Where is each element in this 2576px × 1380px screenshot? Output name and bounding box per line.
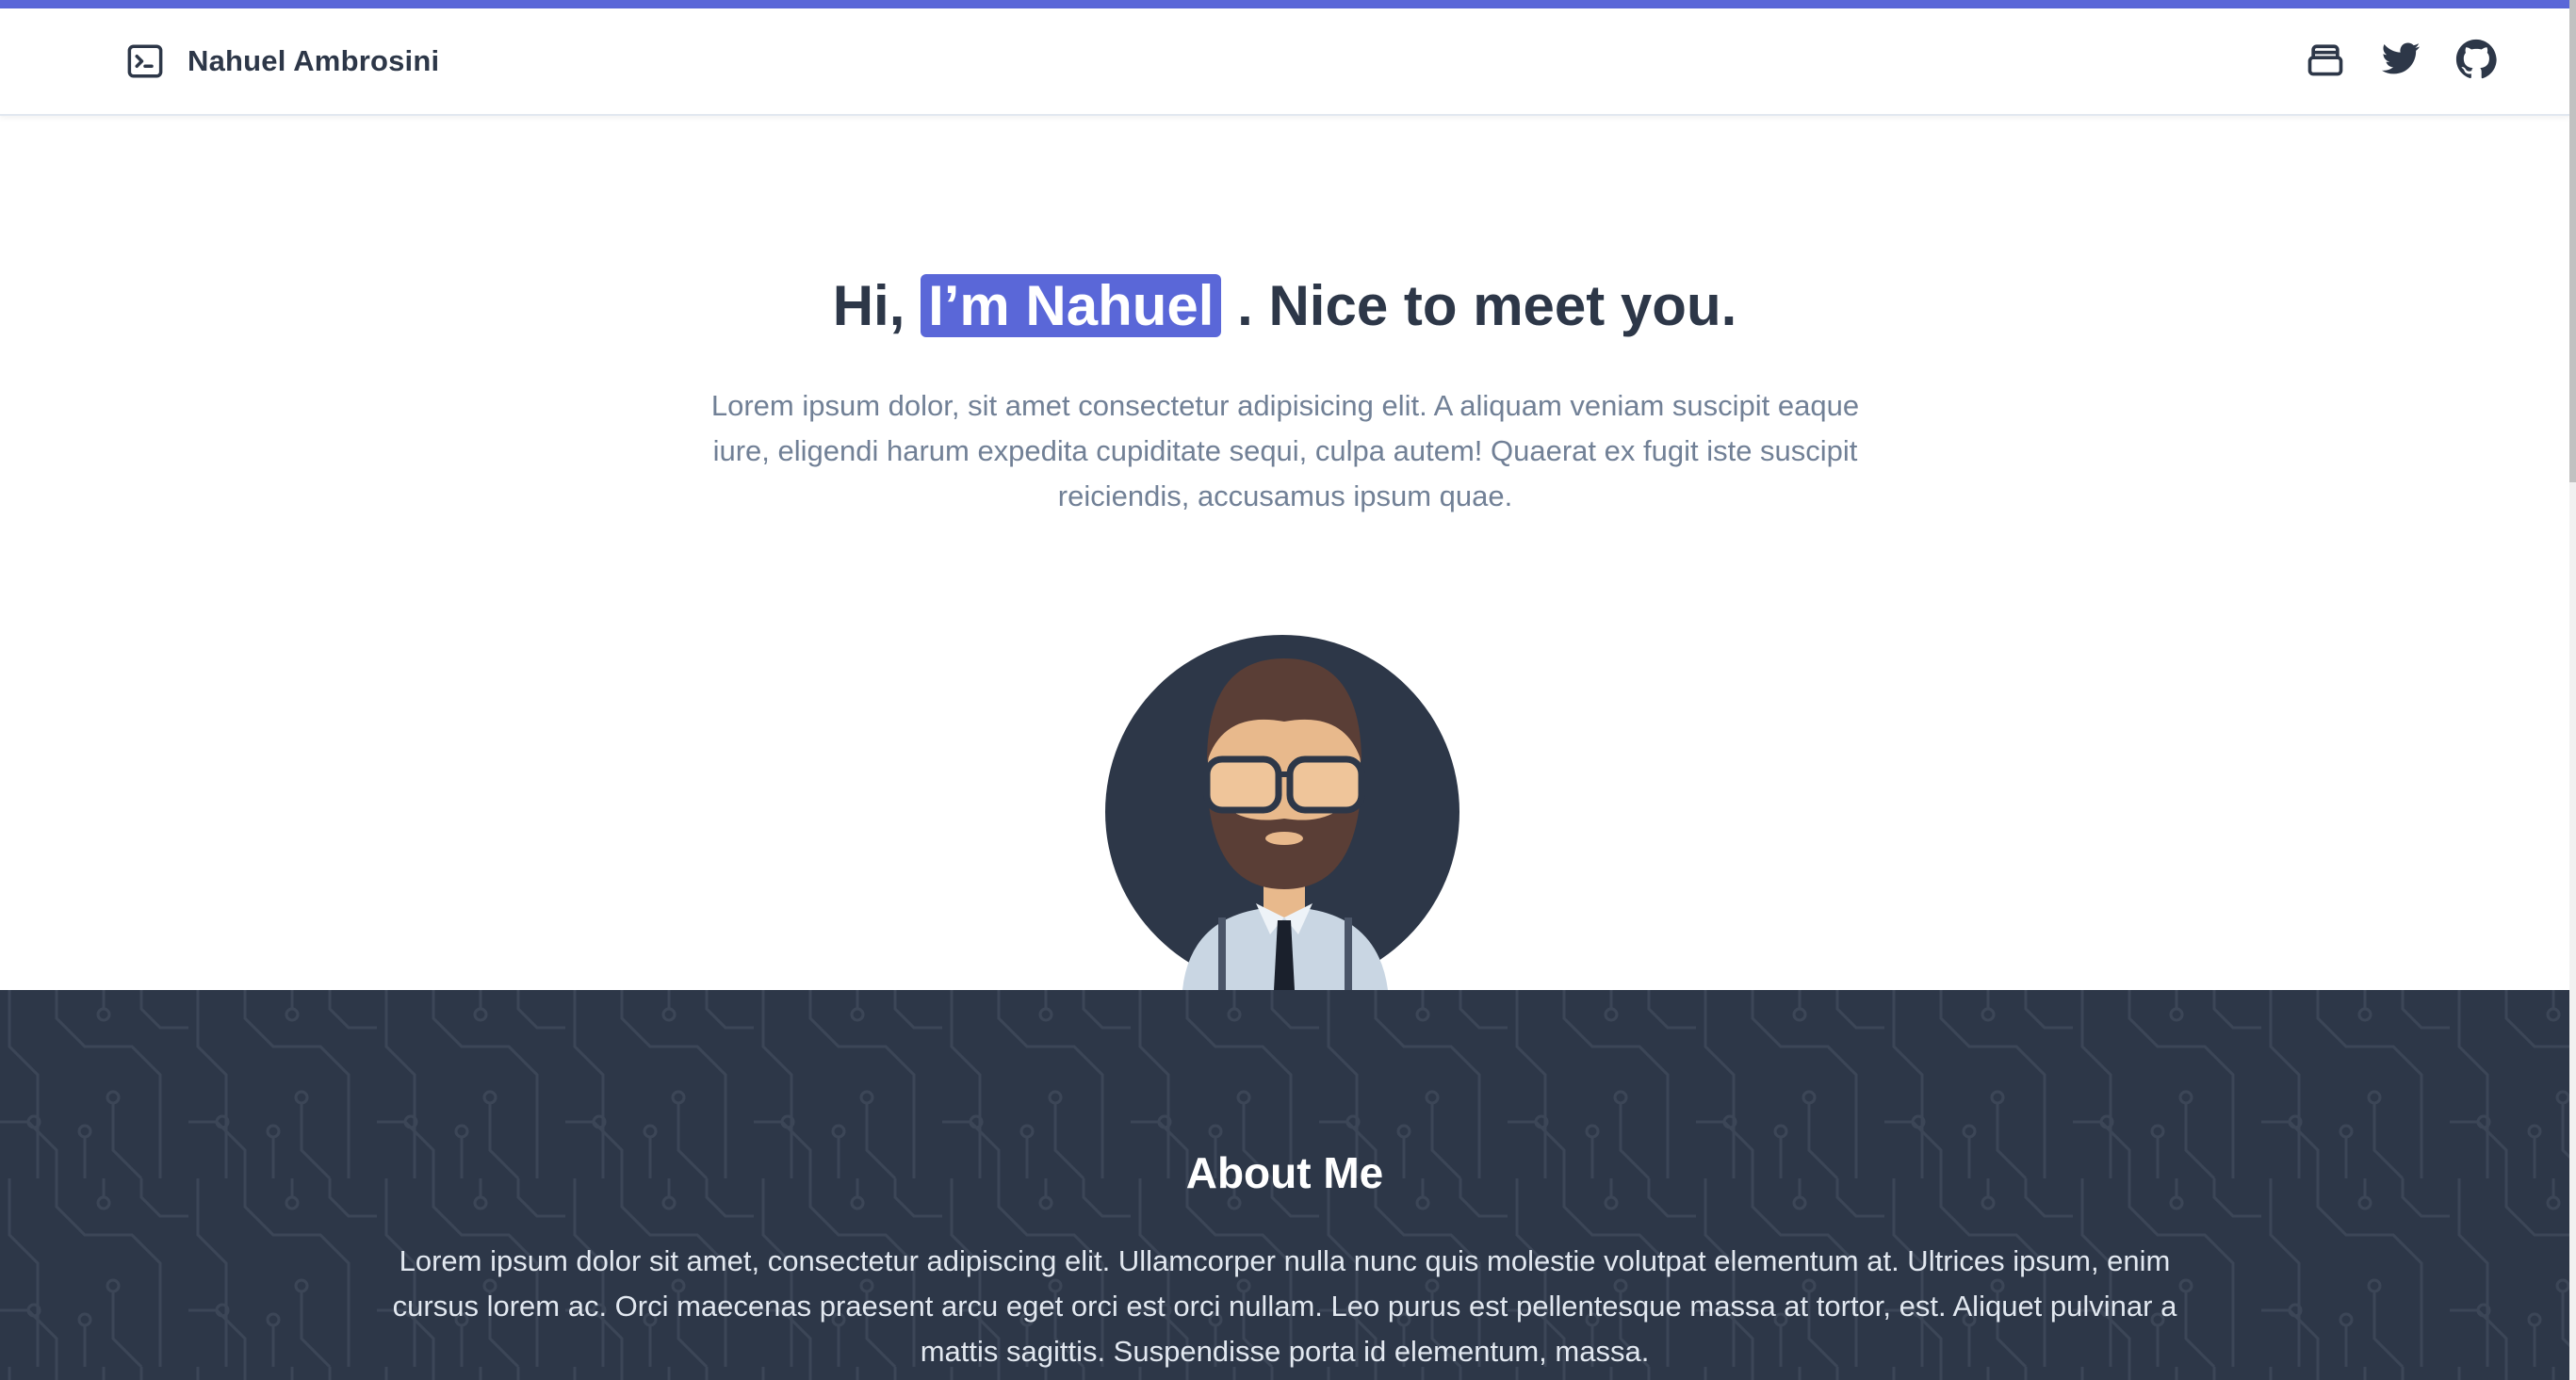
avatar	[1105, 635, 1463, 990]
stack-icon[interactable]	[2305, 39, 2346, 80]
navbar: Nahuel Ambrosini	[0, 8, 2569, 116]
brand-name: Nahuel Ambrosini	[187, 44, 440, 77]
about-section: About Me Lorem ipsum dolor sit amet, con…	[0, 990, 2569, 1380]
about-title: About Me	[1185, 1148, 1384, 1197]
social-links	[2305, 39, 2497, 80]
top-accent-bar	[0, 0, 2576, 8]
hero-section: Hi, I’m Nahuel . Nice to meet you. Lorem…	[0, 114, 2569, 990]
twitter-icon[interactable]	[2380, 39, 2421, 80]
scrollbar-thumb[interactable]	[2569, 0, 2576, 482]
hero-subtitle: Lorem ipsum dolor, sit amet consectetur …	[710, 389, 1860, 512]
hero-title-prefix: Hi,	[832, 274, 905, 337]
scrollbar[interactable]	[2569, 0, 2576, 1380]
hero-title-highlight: I’m Nahuel	[921, 274, 1222, 337]
brand-link[interactable]: Nahuel Ambrosini	[125, 41, 439, 81]
about-text: Lorem ipsum dolor sit amet, consectetur …	[392, 1244, 2177, 1368]
hero-title-suffix: . Nice to meet you.	[1237, 274, 1737, 337]
terminal-icon	[127, 44, 163, 78]
hero-title: Hi, I’m Nahuel . Nice to meet you.	[0, 269, 2569, 343]
github-icon[interactable]	[2455, 39, 2497, 80]
